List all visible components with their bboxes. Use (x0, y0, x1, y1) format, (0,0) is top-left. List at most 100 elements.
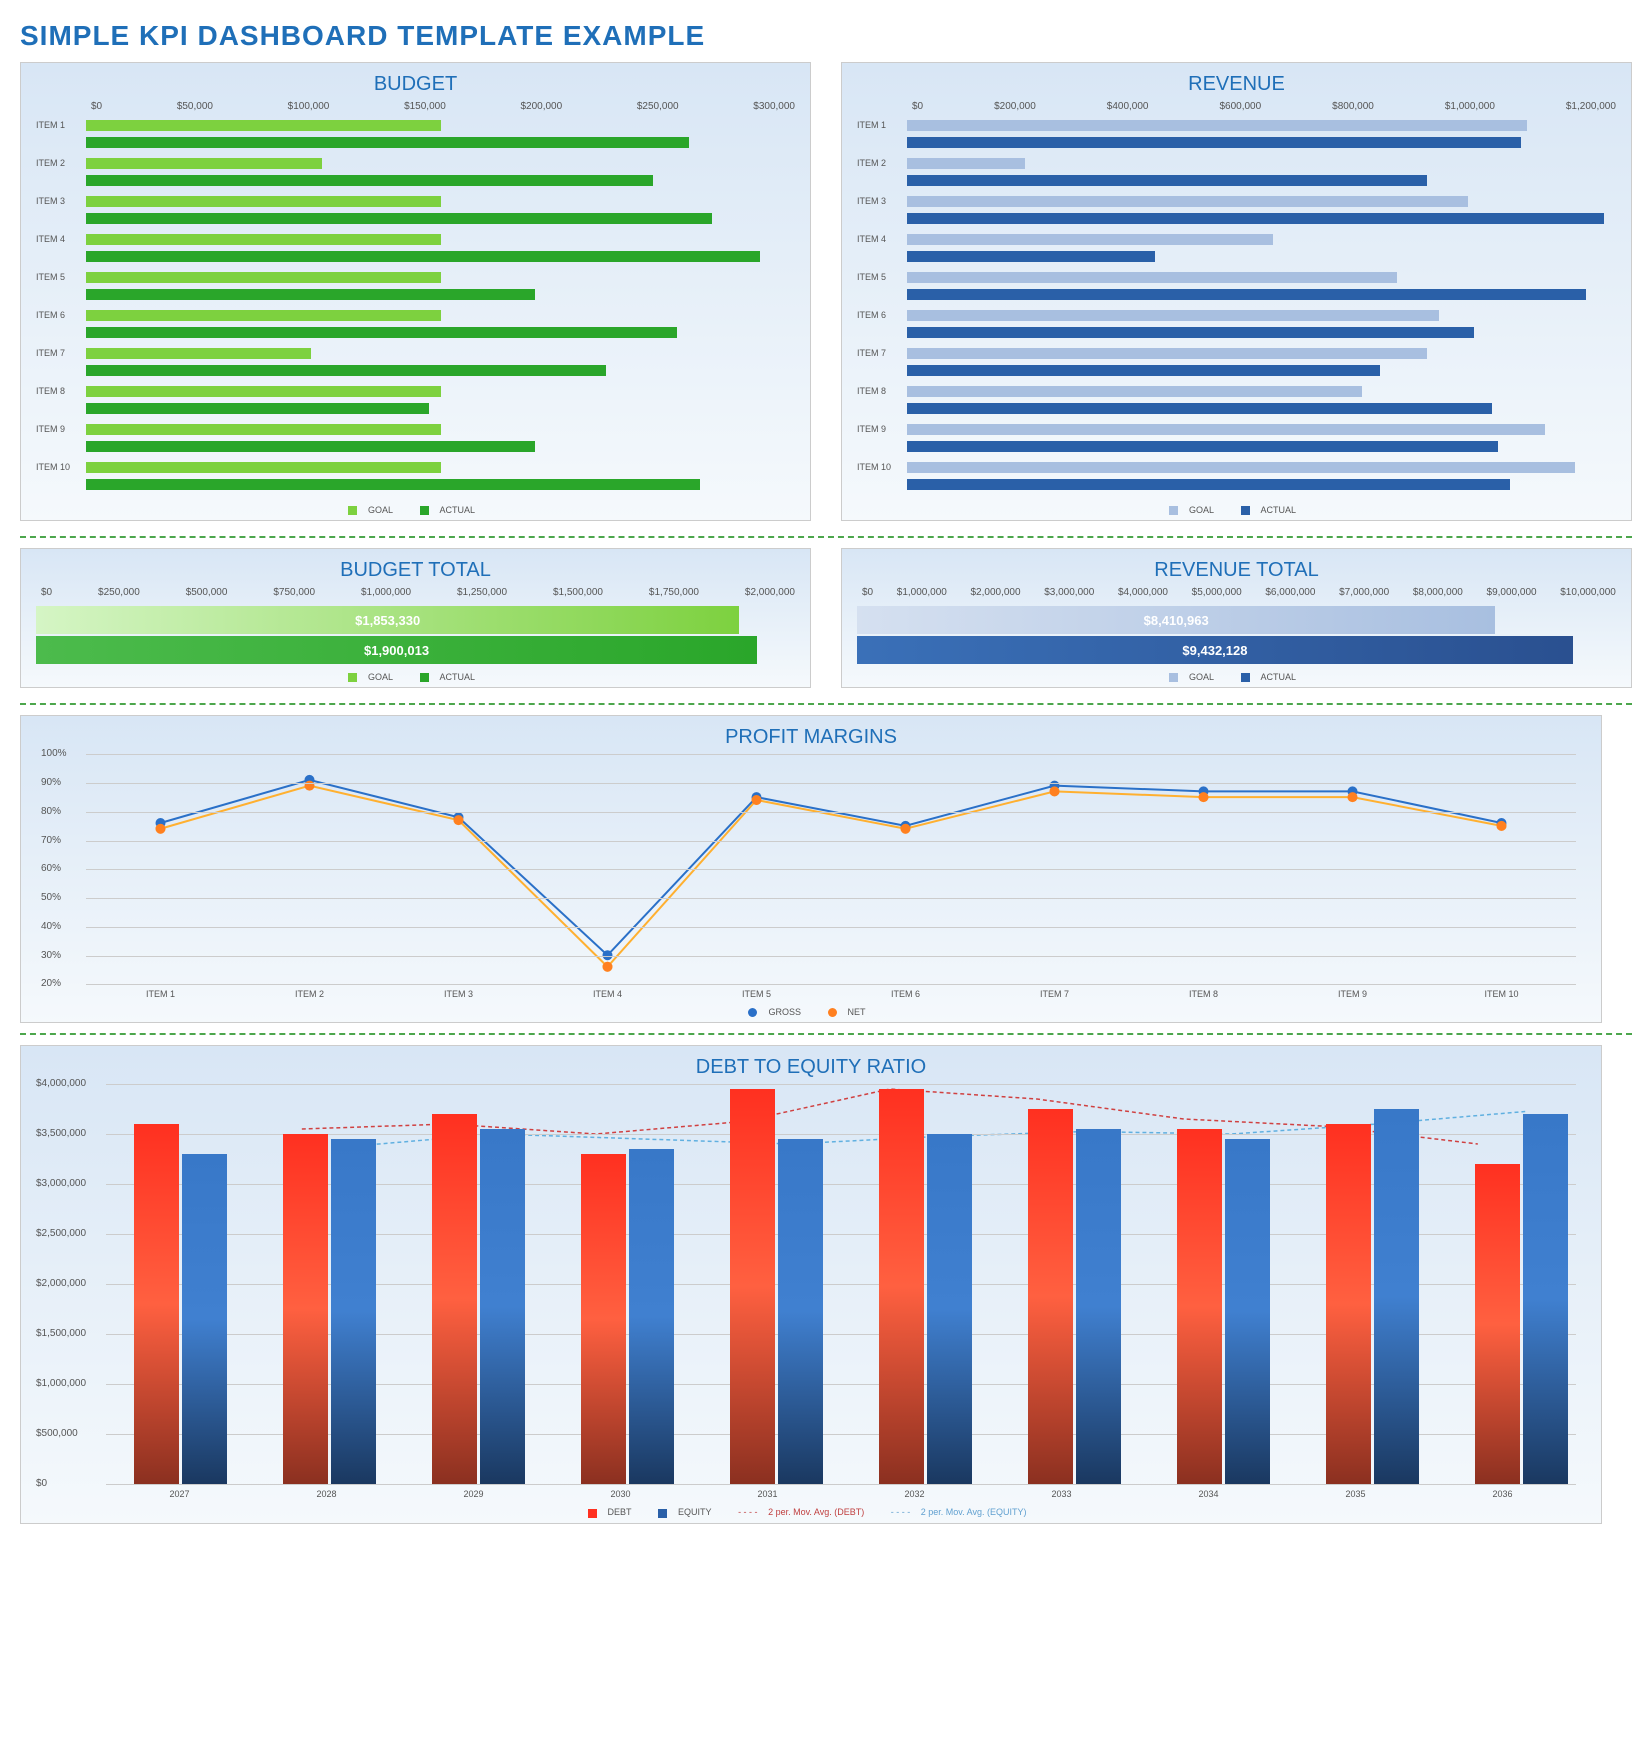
bar-actual (907, 251, 1155, 262)
debt-bar (879, 1089, 924, 1484)
bar-goal (86, 462, 441, 473)
bar-goal (86, 234, 441, 245)
item-label: ITEM 8 (36, 386, 86, 396)
debt-bar (581, 1154, 626, 1484)
bar-goal (907, 424, 1545, 435)
bar-goal (907, 348, 1427, 359)
debt-bar (730, 1089, 775, 1484)
bar-actual (86, 213, 712, 224)
item-label: ITEM 6 (36, 310, 86, 320)
equity-bar (1225, 1139, 1270, 1484)
equity-bar (1076, 1129, 1121, 1484)
bar-actual (86, 479, 700, 490)
revenue-legend: GOAL ACTUAL (857, 505, 1616, 515)
bar-goal (907, 272, 1397, 283)
bar-goal (86, 310, 441, 321)
debt-bar (1475, 1164, 1520, 1484)
revenue-chart: REVENUE $0$200,000$400,000$600,000$800,0… (841, 62, 1632, 521)
budget-total-chart: BUDGET TOTAL $0$250,000$500,000$750,000$… (20, 548, 811, 688)
bar-actual (86, 441, 535, 452)
bar-goal (907, 386, 1362, 397)
bar-goal (86, 196, 441, 207)
debt-equity-title: DEBT TO EQUITY RATIO (36, 1056, 1586, 1079)
item-label: ITEM 3 (36, 196, 86, 206)
bar-goal (907, 158, 1025, 169)
item-label: ITEM 3 (857, 196, 907, 206)
bar-goal (86, 348, 311, 359)
bar-actual (907, 137, 1521, 148)
bar-actual (907, 441, 1498, 452)
debt-bar (134, 1124, 179, 1484)
bar-goal (907, 234, 1273, 245)
bar-actual (907, 289, 1586, 300)
bar-actual (86, 137, 689, 148)
debt-bar (1028, 1109, 1073, 1484)
revenue-title: REVENUE (857, 73, 1616, 96)
revenue-total-actual-bar: $9,432,128 (857, 636, 1573, 664)
equity-bar (629, 1149, 674, 1484)
bar-goal (907, 120, 1527, 131)
item-label: ITEM 5 (857, 272, 907, 282)
bar-goal (86, 158, 322, 169)
budget-x-axis: $0$50,000$100,000$150,000$200,000$250,00… (36, 101, 795, 112)
budget-total-goal-bar: $1,853,330 (36, 606, 739, 634)
profit-title: PROFIT MARGINS (36, 726, 1586, 749)
bar-actual (86, 365, 606, 376)
revenue-x-axis: $0$200,000$400,000$600,000$800,000$1,000… (857, 101, 1616, 112)
item-label: ITEM 2 (857, 158, 907, 168)
profit-margins-chart: PROFIT MARGINS 20%30%40%50%60%70%80%90%1… (20, 715, 1602, 1023)
budget-total-actual-bar: $1,900,013 (36, 636, 757, 664)
bar-actual (907, 479, 1510, 490)
budget-total-title: BUDGET TOTAL (36, 559, 795, 582)
item-label: ITEM 9 (36, 424, 86, 434)
divider (20, 536, 1632, 538)
equity-bar (1523, 1114, 1568, 1484)
bar-actual (907, 403, 1492, 414)
equity-bar (778, 1139, 823, 1484)
bar-actual (86, 327, 677, 338)
equity-bar (480, 1129, 525, 1484)
debt-bar (1177, 1129, 1222, 1484)
item-label: ITEM 2 (36, 158, 86, 168)
item-label: ITEM 6 (857, 310, 907, 320)
divider (20, 1033, 1632, 1035)
item-label: ITEM 4 (857, 234, 907, 244)
bar-goal (907, 196, 1468, 207)
equity-bar (1374, 1109, 1419, 1484)
item-label: ITEM 7 (857, 348, 907, 358)
revenue-total-goal-bar: $8,410,963 (857, 606, 1495, 634)
item-label: ITEM 4 (36, 234, 86, 244)
debt-bar (1326, 1124, 1371, 1484)
item-label: ITEM 7 (36, 348, 86, 358)
equity-bar (927, 1134, 972, 1484)
item-label: ITEM 10 (36, 462, 86, 472)
bar-actual (907, 365, 1380, 376)
bar-goal (907, 462, 1575, 473)
equity-bar (331, 1139, 376, 1484)
budget-title: BUDGET (36, 73, 795, 96)
item-label: ITEM 10 (857, 462, 907, 472)
item-label: ITEM 5 (36, 272, 86, 282)
equity-bar (182, 1154, 227, 1484)
bar-actual (907, 327, 1474, 338)
item-label: ITEM 8 (857, 386, 907, 396)
bar-actual (86, 175, 653, 186)
revenue-total-chart: REVENUE TOTAL $0$1,000,000$2,000,000$3,0… (841, 548, 1632, 688)
debt-bar (283, 1134, 328, 1484)
bar-actual (86, 289, 535, 300)
revenue-total-title: REVENUE TOTAL (857, 559, 1616, 582)
bar-goal (907, 310, 1439, 321)
bar-goal (86, 272, 441, 283)
debt-equity-chart: DEBT TO EQUITY RATIO $0$500,000$1,000,00… (20, 1045, 1602, 1523)
budget-chart: BUDGET $0$50,000$100,000$150,000$200,000… (20, 62, 811, 521)
bar-goal (86, 386, 441, 397)
item-label: ITEM 9 (857, 424, 907, 434)
bar-actual (86, 403, 429, 414)
bar-actual (907, 213, 1604, 224)
debt-bar (432, 1114, 477, 1484)
bar-goal (86, 424, 441, 435)
page-title: SIMPLE KPI DASHBOARD TEMPLATE EXAMPLE (20, 20, 1632, 52)
bar-goal (86, 120, 441, 131)
item-label: ITEM 1 (857, 120, 907, 130)
divider (20, 703, 1632, 705)
